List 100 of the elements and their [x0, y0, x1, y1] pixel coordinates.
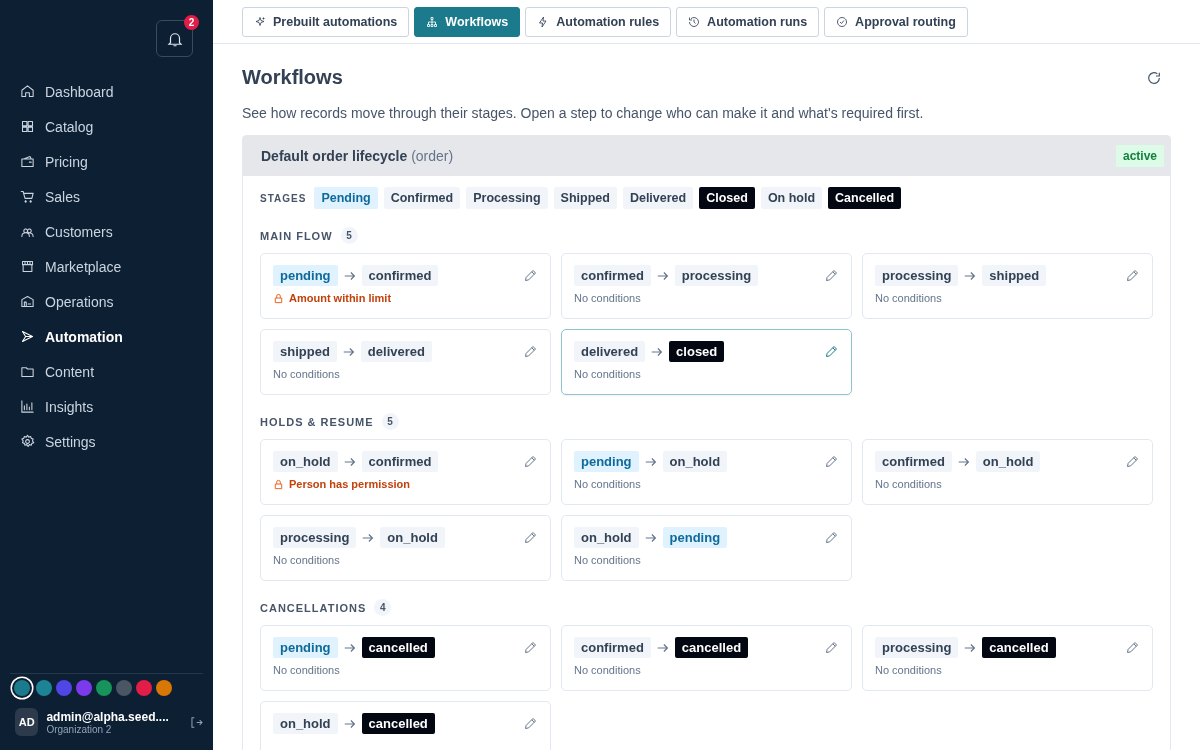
stage-chip: Delivered	[622, 187, 694, 209]
stage-chip: pending	[273, 265, 338, 286]
stage-chip: confirmed	[574, 637, 651, 658]
sidebar-item[interactable]: Catalog	[20, 109, 94, 144]
sidebar-item[interactable]: Customers	[20, 214, 113, 249]
pencil-icon[interactable]	[1125, 268, 1140, 283]
send-icon	[20, 329, 35, 344]
count-badge: 4	[374, 599, 392, 616]
automation-rules-tab[interactable]: Automation rules	[525, 7, 672, 37]
pencil-icon[interactable]	[523, 640, 538, 655]
stage-chip: confirmed	[361, 265, 439, 286]
stage-chip: processing	[674, 265, 759, 286]
stage-chip: Confirmed	[383, 187, 461, 209]
condition-text: No conditions	[574, 664, 641, 676]
stage-chip: On hold	[760, 187, 823, 209]
building-icon	[20, 294, 35, 309]
transition-card[interactable]: confirmed on_hold No conditions	[862, 439, 1153, 505]
stage-chip: on_hold	[273, 713, 338, 734]
theme-swatch[interactable]	[36, 680, 52, 696]
sidebar-item[interactable]: Sales	[20, 179, 81, 214]
count-badge: 5	[340, 227, 358, 244]
pencil-icon[interactable]	[824, 344, 839, 359]
transition-card[interactable]: on_hold confirmed Person has permission	[260, 439, 551, 505]
stage-chip: cancelled	[361, 637, 435, 658]
transition-card[interactable]: pending confirmed Amount within limit	[260, 253, 551, 319]
automation-runs-tab[interactable]: Automation runs	[676, 7, 820, 37]
sidebar-item[interactable]: Pricing	[20, 144, 88, 179]
group-title: HOLDS & RESUME	[260, 415, 374, 428]
pencil-icon[interactable]	[523, 454, 538, 469]
pencil-icon[interactable]	[523, 530, 538, 545]
stage-chip: cancelled	[361, 713, 435, 734]
transition-card[interactable]: delivered closed No conditions	[561, 329, 852, 395]
transition-card[interactable]: processing cancelled No conditions	[862, 625, 1153, 691]
theme-swatch[interactable]	[136, 680, 152, 696]
stage-chip: closed	[669, 341, 725, 362]
stage-chip: processing	[875, 637, 959, 658]
organization-name: Organization 2	[46, 723, 112, 735]
stage-chip: on_hold	[273, 451, 338, 472]
transition-card[interactable]: pending on_hold No conditions	[561, 439, 852, 505]
stage-chip: Closed	[699, 187, 755, 209]
transition-card[interactable]: pending cancelled No conditions	[260, 625, 551, 691]
stage-chip: cancelled	[674, 637, 749, 658]
stage-chip: on_hold	[574, 527, 639, 548]
transition-card[interactable]: confirmed processing No conditions	[561, 253, 852, 319]
sidebar-item[interactable]: Automation	[20, 319, 123, 354]
transition-card[interactable]: processing shipped No conditions	[862, 253, 1153, 319]
stage-chip: Cancelled	[828, 187, 902, 209]
stage-chip: Pending	[314, 187, 378, 209]
approval-routing-tab[interactable]: Approval routing	[824, 7, 968, 37]
sidebar-item[interactable]: Insights	[20, 389, 94, 424]
stage-chip: confirmed	[574, 265, 651, 286]
theme-swatch[interactable]	[56, 680, 72, 696]
theme-swatch[interactable]	[14, 680, 30, 696]
count-badge: 5	[381, 413, 399, 430]
theme-swatch[interactable]	[116, 680, 132, 696]
sidebar-item[interactable]: Content	[20, 354, 95, 389]
stage-chip: delivered	[360, 341, 432, 362]
condition-text: No conditions	[574, 554, 641, 566]
refresh-icon[interactable]	[1146, 69, 1162, 86]
sidebar-item[interactable]: Dashboard	[20, 74, 114, 109]
status-badge: active	[1115, 145, 1164, 167]
stage-chip: shipped	[982, 265, 1047, 286]
home-icon	[20, 84, 35, 99]
transition-card[interactable]: on_hold pending No conditions	[561, 515, 852, 581]
condition-text: No conditions	[574, 292, 641, 304]
workflows-tab[interactable]: Workflows	[414, 7, 521, 37]
pencil-icon[interactable]	[523, 344, 538, 359]
theme-swatch[interactable]	[156, 680, 172, 696]
sparkle-icon	[254, 16, 266, 28]
transition-card[interactable]: on_hold cancelled	[260, 701, 551, 750]
pencil-icon[interactable]	[1125, 640, 1140, 655]
condition-text: No conditions	[875, 292, 942, 304]
stage-chip: delivered	[574, 341, 646, 362]
lock-icon	[273, 292, 284, 304]
stage-chip: on_hold	[380, 527, 445, 548]
pencil-icon[interactable]	[824, 454, 839, 469]
sidebar-item[interactable]: Operations	[20, 284, 114, 319]
sidebar-item[interactable]: Settings	[20, 424, 96, 459]
transition-card[interactable]: processing on_hold No conditions	[260, 515, 551, 581]
pencil-icon[interactable]	[523, 268, 538, 283]
group-title: CANCELLATIONS	[260, 601, 367, 614]
lock-icon	[273, 478, 284, 490]
transition-card[interactable]: confirmed cancelled No conditions	[561, 625, 852, 691]
pencil-icon[interactable]	[824, 268, 839, 283]
stage-chip: processing	[875, 265, 959, 286]
sidebar-item[interactable]: Marketplace	[20, 249, 122, 284]
pencil-icon[interactable]	[824, 530, 839, 545]
transition-card[interactable]: shipped delivered No conditions	[260, 329, 551, 395]
group-title: MAIN FLOW	[260, 229, 333, 242]
prebuilt-automations-tab[interactable]: Prebuilt automations	[242, 7, 410, 37]
condition-text: Person has permission	[289, 478, 411, 490]
stage-chip: processing	[273, 527, 357, 548]
stage-chip: on_hold	[975, 451, 1041, 472]
theme-swatch[interactable]	[96, 680, 112, 696]
pencil-icon[interactable]	[1125, 454, 1140, 469]
stage-chip: Processing	[466, 187, 548, 209]
condition-text: No conditions	[273, 664, 340, 676]
pencil-icon[interactable]	[824, 640, 839, 655]
theme-swatch[interactable]	[76, 680, 92, 696]
pencil-icon[interactable]	[523, 716, 538, 731]
